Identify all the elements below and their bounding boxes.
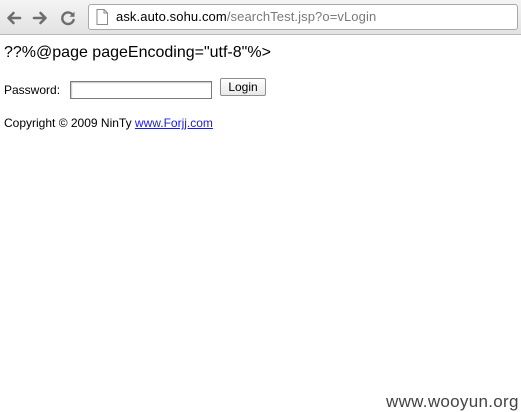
raw-jsp-directive-text: ??%@page pageEncoding="utf-8"%> xyxy=(4,44,271,61)
password-label: Password: xyxy=(4,83,61,97)
reload-icon[interactable] xyxy=(58,8,78,28)
copyright-text: Copyright © 2009 NinTy xyxy=(4,116,132,130)
password-input[interactable] xyxy=(70,81,212,99)
page-icon xyxy=(96,9,108,25)
login-button[interactable]: Login xyxy=(220,78,266,96)
url-host: ask.auto.sohu.com xyxy=(116,9,227,24)
forjj-link[interactable]: www.Forjj.com xyxy=(135,116,213,130)
login-form: Password: Login xyxy=(4,78,404,102)
wooyun-watermark: www.wooyun.org xyxy=(386,392,519,411)
back-arrow-icon[interactable] xyxy=(4,8,24,28)
forward-arrow-icon[interactable] xyxy=(30,8,50,28)
address-bar[interactable]: ask.auto.sohu.com/searchTest.jsp?o=vLogi… xyxy=(88,4,518,30)
url-text: ask.auto.sohu.com/searchTest.jsp?o=vLogi… xyxy=(116,9,376,24)
browser-toolbar: ask.auto.sohu.com/searchTest.jsp?o=vLogi… xyxy=(0,0,521,35)
copyright-footer: Copyright © 2009 NinTy www.Forjj.com xyxy=(4,116,213,130)
url-path: /searchTest.jsp?o=vLogin xyxy=(226,9,377,24)
